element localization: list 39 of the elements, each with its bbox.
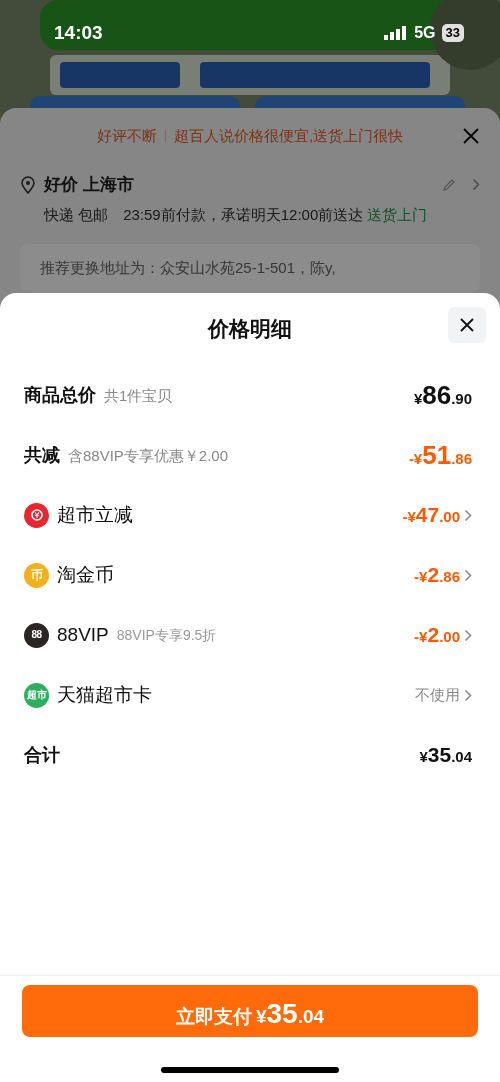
row-value: 不使用	[415, 684, 460, 705]
row-note: 共1件宝贝	[104, 385, 173, 406]
delivery-info: 快递 包邮 23:59前付款，承诺明天12:00前送达 送货上门	[44, 204, 429, 225]
badge-icon: 88	[24, 622, 49, 648]
notice-text: 超百人说价格很便宜,送货上门很快	[173, 125, 404, 146]
pay-button[interactable]: 立即支付 ¥35.04	[22, 985, 478, 1037]
chevron-right-icon	[464, 628, 472, 642]
close-icon[interactable]	[462, 127, 480, 145]
sheet-title: 价格明细	[208, 316, 292, 343]
price: -¥2.00	[414, 622, 460, 649]
network-label: 5G	[414, 23, 436, 43]
badge-icon: 币	[24, 562, 49, 588]
row-label: 88VIP	[57, 622, 109, 647]
price: -¥2.86	[414, 562, 460, 589]
chevron-right-icon	[464, 688, 472, 702]
row-note: 含88VIP专享优惠￥2.00	[68, 445, 229, 466]
row-label: 天猫超市卡	[57, 682, 152, 707]
signal-icon	[384, 26, 409, 40]
row-label: 超市立减	[57, 502, 133, 527]
close-button[interactable]	[448, 307, 486, 343]
chevron-right-icon	[464, 568, 472, 582]
row-label: 共减	[24, 443, 60, 467]
address-title: 好价 上海市	[44, 174, 134, 196]
chevron-right-icon	[464, 508, 472, 522]
row-label: 合计	[24, 743, 60, 767]
price: -¥51.86	[408, 438, 472, 472]
price: ¥86.90	[413, 378, 472, 412]
row-label: 淘金币	[57, 562, 114, 587]
price: ¥35.04	[419, 742, 472, 769]
chevron-right-icon	[472, 178, 480, 192]
row-note: 88VIP专享9.5折	[116, 625, 217, 645]
close-icon	[459, 317, 475, 333]
row-label: 商品总价	[24, 383, 96, 407]
status-time: 14:03	[54, 20, 103, 45]
badge-icon: 超市	[24, 682, 49, 708]
address-suggestion: 推荐更换地址为：众安山水苑25-1-501，陈y,	[40, 258, 336, 276]
notice-tag: 好评不断	[96, 124, 157, 148]
price: -¥47.00	[402, 502, 460, 529]
location-icon	[20, 176, 36, 194]
